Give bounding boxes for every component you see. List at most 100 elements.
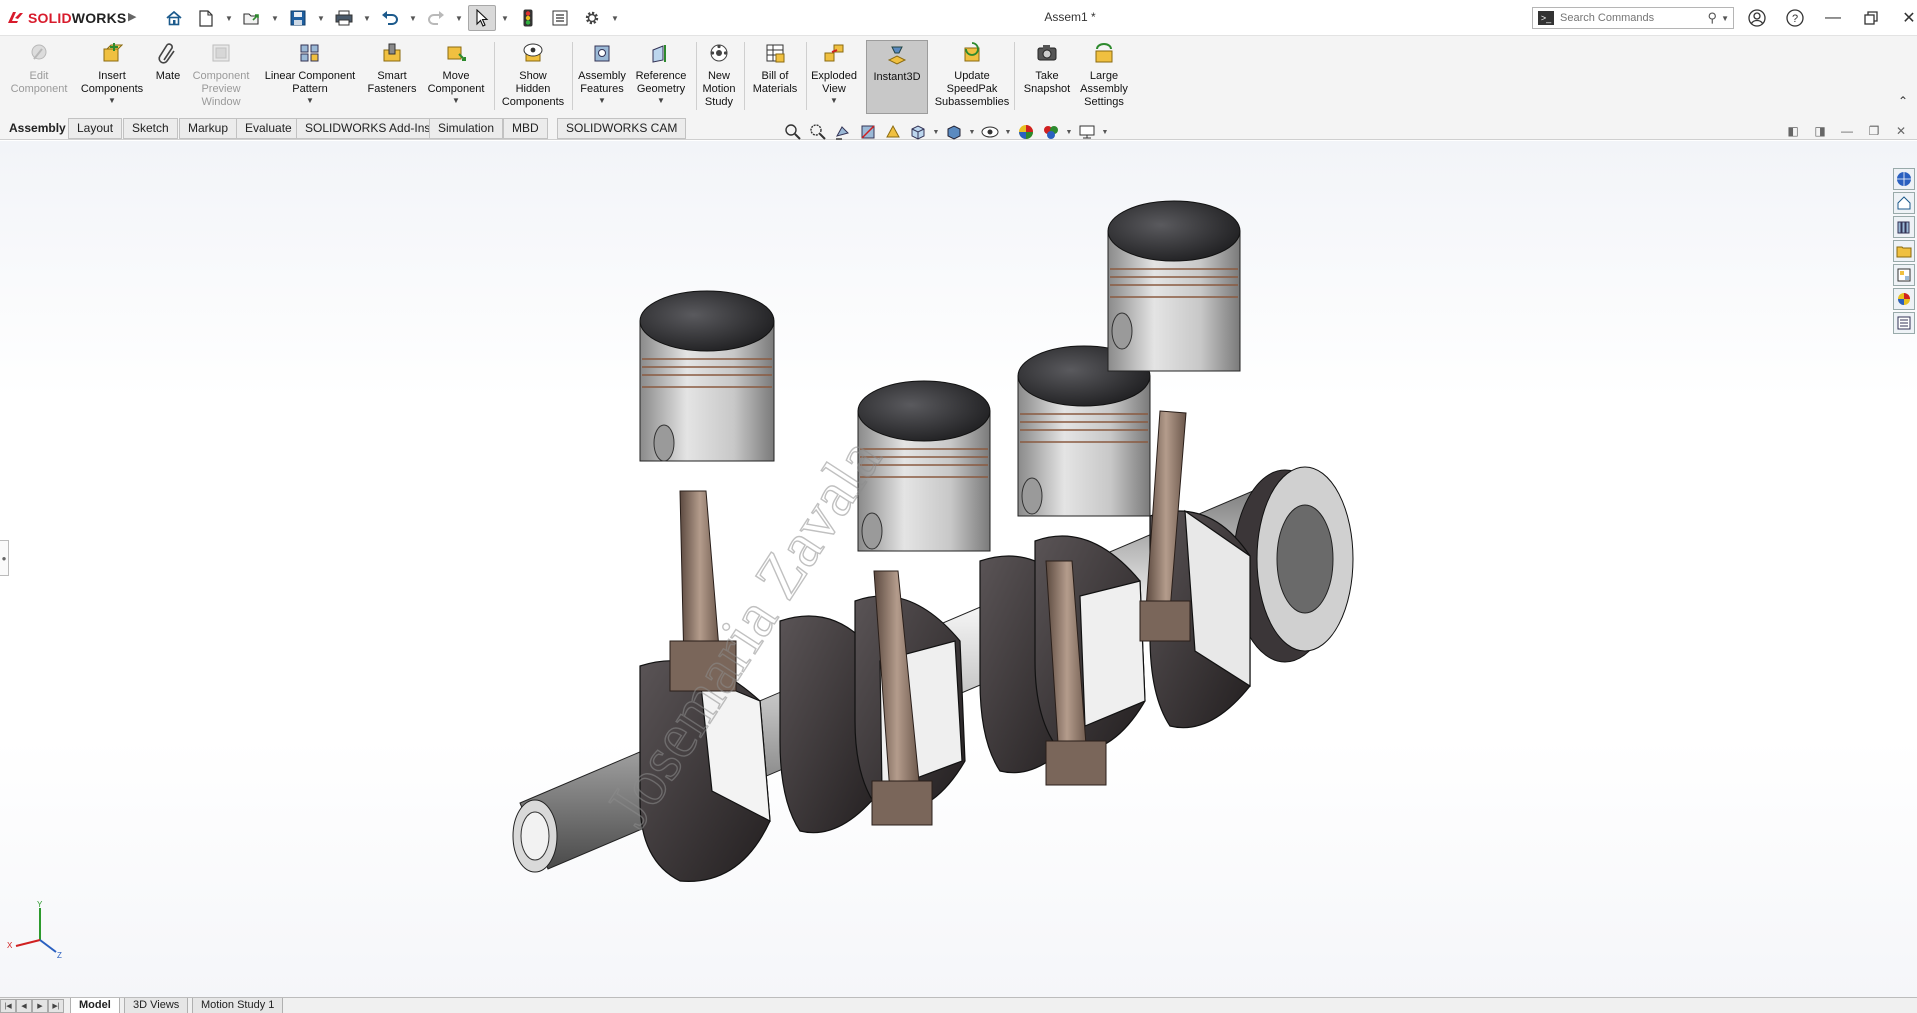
zoom-to-area-icon[interactable] (807, 121, 829, 143)
reference-geometry-icon (652, 45, 666, 63)
select-dropdown-arrow[interactable]: ▼ (500, 5, 510, 31)
exploded-view-icon (824, 44, 844, 62)
save-dropdown-arrow[interactable]: ▼ (316, 5, 326, 31)
zoom-to-fit-icon[interactable] (782, 121, 804, 143)
move-component-dropdown[interactable]: ▼ (422, 96, 490, 106)
apply-scene-dropdown[interactable]: ▼ (1065, 129, 1073, 136)
options-dropdown-arrow[interactable]: ▼ (610, 5, 620, 31)
smart-fasteners-icon (383, 43, 401, 62)
large-assembly-settings-button[interactable]: Large Assembly Settings (1078, 40, 1130, 114)
options-gear-icon[interactable] (578, 5, 606, 31)
viewport-restore-icon[interactable]: ❐ (1865, 122, 1883, 140)
new-motion-study-button[interactable]: New Motion Study (698, 40, 740, 114)
linear-pattern-dropdown[interactable]: ▼ (258, 96, 362, 106)
apply-scene-icon[interactable] (1040, 121, 1062, 143)
reference-geometry-dropdown[interactable]: ▼ (630, 96, 692, 106)
restore-icon[interactable] (1854, 4, 1888, 32)
mate-button[interactable]: Mate (150, 40, 186, 114)
view-orientation-dropdown[interactable]: ▼ (932, 129, 940, 136)
previous-view-icon[interactable] (832, 121, 854, 143)
tab-solidworks-cam[interactable]: SOLIDWORKS CAM (557, 118, 687, 139)
view-settings-dropdown[interactable]: ▼ (1101, 129, 1109, 136)
show-hidden-components-button[interactable]: Show Hidden Components (498, 40, 568, 114)
tab-solidworks-add-ins[interactable]: SOLIDWORKS Add-Ins (296, 118, 440, 139)
prev-tab-arrow-icon[interactable]: ◀ (16, 999, 32, 1013)
search-dropdown-arrow[interactable]: ▼ (1721, 14, 1729, 23)
open-folder-icon[interactable] (238, 5, 266, 31)
close-icon[interactable]: ✕ (1892, 4, 1917, 32)
rebuild-traffic-light-icon[interactable] (514, 5, 542, 31)
first-tab-arrow-icon[interactable]: |◀ (0, 999, 16, 1013)
reference-geometry-button[interactable]: Reference Geometry ▼ (630, 40, 692, 114)
open-dropdown-arrow[interactable]: ▼ (270, 5, 280, 31)
tab-simulation[interactable]: Simulation (429, 118, 504, 139)
view-orientation-icon[interactable] (907, 121, 929, 143)
take-snapshot-button[interactable]: Take Snapshot (1018, 40, 1076, 114)
search-icon[interactable]: ⚲ (1708, 10, 1718, 26)
home-icon[interactable] (160, 5, 188, 31)
print-dropdown-arrow[interactable]: ▼ (362, 5, 372, 31)
exploded-view-dropdown[interactable]: ▼ (808, 96, 860, 106)
linear-component-pattern-button[interactable]: Linear Component Pattern ▼ (258, 40, 362, 114)
new-dropdown-arrow[interactable]: ▼ (224, 5, 234, 31)
tab-model[interactable]: Model (70, 998, 120, 1013)
tab-sketch[interactable]: Sketch (123, 118, 178, 139)
tab-layout[interactable]: Layout (68, 118, 123, 139)
search-commands-box[interactable]: >_ ⚲ ▼ (1532, 7, 1734, 29)
viewport-prev-icon[interactable]: ◧ (1784, 122, 1802, 140)
edit-component-icon (31, 44, 47, 60)
component-preview-window-button[interactable]: Component Preview Window (188, 40, 254, 114)
update-speedpak-button[interactable]: Update SpeedPak Subassemblies (932, 40, 1012, 114)
assembly-features-dropdown[interactable]: ▼ (576, 96, 628, 106)
instant3d-toggle[interactable]: Instant3D (866, 40, 928, 114)
new-document-icon[interactable] (192, 5, 220, 31)
file-properties-icon[interactable] (546, 5, 574, 31)
edit-appearance-icon[interactable] (1015, 121, 1037, 143)
menu-expand-arrow-icon[interactable]: ▶ (128, 10, 140, 26)
viewport-next-icon[interactable]: ◨ (1811, 122, 1829, 140)
view-settings-monitor-icon[interactable] (1076, 121, 1098, 143)
bottom-tab-bar: |◀ ◀ ▶ ▶| Model 3D Views Motion Study 1 (0, 997, 1917, 1013)
assembly-features-button[interactable]: Assembly Features ▼ (576, 40, 628, 114)
hide-show-items-icon[interactable] (979, 121, 1001, 143)
insert-components-button[interactable]: Insert Components ▼ (76, 40, 148, 114)
redo-icon[interactable] (422, 5, 450, 31)
dynamic-annotation-icon[interactable] (882, 121, 904, 143)
hide-show-dropdown[interactable]: ▼ (1004, 129, 1012, 136)
help-icon[interactable]: ? (1778, 4, 1812, 32)
minimize-icon[interactable]: — (1816, 4, 1850, 32)
solidworks-logo[interactable]: SOLIDWORKS (6, 8, 126, 28)
tab-markup[interactable]: Markup (179, 118, 238, 139)
crankshaft-piston-assembly-model[interactable]: Josemaria Zavala (0, 141, 1917, 997)
user-account-icon[interactable] (1740, 4, 1774, 32)
last-tab-arrow-icon[interactable]: ▶| (48, 999, 64, 1013)
tab-evaluate[interactable]: Evaluate (236, 118, 301, 139)
next-tab-arrow-icon[interactable]: ▶ (32, 999, 48, 1013)
tab-motion-study-1[interactable]: Motion Study 1 (192, 998, 284, 1013)
undo-dropdown-arrow[interactable]: ▼ (408, 5, 418, 31)
display-style-dropdown[interactable]: ▼ (968, 129, 976, 136)
display-style-icon[interactable] (943, 121, 965, 143)
viewport-close-icon[interactable]: ✕ (1892, 122, 1910, 140)
save-icon[interactable] (284, 5, 312, 31)
tab-3d-views[interactable]: 3D Views (124, 998, 189, 1013)
command-prompt-icon: >_ (1538, 11, 1554, 25)
speedpak-icon (964, 42, 980, 62)
viewport-minimize-icon[interactable]: — (1838, 122, 1856, 140)
move-component-button[interactable]: Move Component ▼ (422, 40, 490, 114)
exploded-view-button[interactable]: Exploded View ▼ (808, 40, 860, 114)
insert-components-dropdown[interactable]: ▼ (76, 96, 148, 106)
search-input[interactable] (1560, 12, 1700, 24)
tab-mbd[interactable]: MBD (503, 118, 548, 139)
redo-dropdown-arrow[interactable]: ▼ (454, 5, 464, 31)
tab-assembly[interactable]: Assembly (0, 118, 75, 139)
smart-fasteners-button[interactable]: Smart Fasteners (364, 40, 420, 114)
print-icon[interactable] (330, 5, 358, 31)
bill-of-materials-button[interactable]: Bill of Materials (748, 40, 802, 114)
section-view-icon[interactable] (857, 121, 879, 143)
collapse-ribbon-chevron-icon[interactable]: ⌃ (1898, 94, 1908, 108)
select-arrow-icon[interactable] (468, 5, 496, 31)
undo-icon[interactable] (376, 5, 404, 31)
edit-component-button[interactable]: Edit Component (4, 40, 74, 114)
viewport-controls: ◧ ◨ — ❐ ✕ (1784, 122, 1910, 140)
